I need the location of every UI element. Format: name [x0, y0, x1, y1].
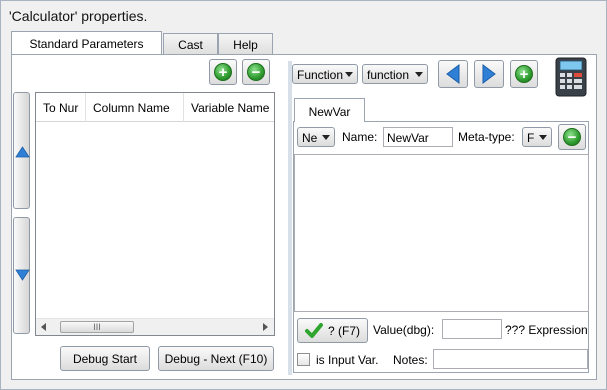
notes-label: Notes: — [393, 353, 428, 367]
check-expression-button[interactable]: ? (F7) — [297, 318, 368, 343]
function-type-value: Function — [297, 68, 344, 82]
remove-row-button[interactable]: − — [242, 59, 270, 85]
next-button[interactable] — [474, 60, 504, 88]
debug-start-button[interactable]: Debug Start — [60, 346, 150, 371]
debug-next-button[interactable]: Debug - Next (F10) — [158, 346, 274, 371]
window-title: 'Calculator' properties. — [9, 8, 148, 24]
plus-circle-icon: + — [214, 63, 232, 81]
chevron-down-icon — [345, 72, 353, 77]
previous-button[interactable] — [438, 60, 468, 88]
scroll-left-icon[interactable] — [40, 323, 48, 332]
is-input-var-label: is Input Var. — [316, 353, 379, 367]
expression-editor[interactable] — [294, 154, 589, 312]
check-expression-label: ? (F7) — [327, 323, 360, 338]
value-dbg-label: Value(dbg): — [373, 323, 435, 337]
notes-field[interactable] — [433, 349, 588, 369]
expression-status-label: ??? Expression — [505, 323, 588, 337]
plus-circle-icon: + — [515, 65, 533, 83]
value-dbg-field[interactable] — [442, 319, 502, 339]
scroll-right-icon[interactable] — [262, 323, 270, 332]
add-function-button[interactable]: + — [510, 60, 538, 88]
minus-circle-icon: − — [563, 128, 581, 146]
function-select-value: function — [367, 68, 410, 82]
new-variable-combo[interactable]: Ne — [297, 127, 335, 147]
name-label: Name: — [342, 130, 378, 144]
tab-help[interactable]: Help — [218, 33, 273, 55]
chevron-down-icon — [322, 135, 330, 140]
meta-type-value: F — [527, 131, 535, 145]
arrow-right-icon — [482, 64, 496, 84]
checkmark-icon — [304, 322, 323, 338]
column-header-to-num[interactable]: To Nur — [36, 93, 86, 122]
tab-newvar[interactable]: NewVar — [294, 98, 365, 122]
column-header-column-name[interactable]: Column Name — [86, 93, 184, 122]
pane-splitter[interactable] — [288, 61, 292, 375]
chevron-down-icon — [539, 135, 547, 140]
table-header: To Nur Column Name Variable Name — [36, 93, 274, 122]
meta-type-combo[interactable]: F — [522, 127, 552, 147]
tab-cast[interactable]: Cast — [163, 33, 218, 55]
column-header-variable-name[interactable]: Variable Name — [184, 93, 276, 122]
meta-type-label: Meta-type: — [458, 130, 515, 144]
scrollbar-thumb[interactable]: III — [60, 321, 134, 333]
name-field[interactable]: NewVar — [383, 127, 453, 147]
is-input-var-checkbox[interactable] — [297, 353, 310, 366]
tab-standard-parameters[interactable]: Standard Parameters — [11, 31, 162, 54]
parameters-table[interactable]: To Nur Column Name Variable Name III — [35, 92, 275, 336]
chevron-down-icon — [415, 72, 423, 77]
new-variable-value: Ne — [302, 131, 318, 145]
tab-content-panel: + − To Nur Column Name Variable Name III — [11, 54, 597, 380]
horizontal-scrollbar[interactable]: III — [36, 318, 274, 335]
remove-variable-button[interactable]: − — [558, 124, 586, 150]
arrow-up-icon — [15, 146, 30, 158]
calculator-icon — [555, 57, 587, 97]
function-type-combo[interactable]: Function — [292, 64, 358, 84]
add-row-button[interactable]: + — [209, 59, 237, 85]
properties-window: 'Calculator' properties. Standard Parame… — [0, 0, 607, 390]
arrow-left-icon — [446, 64, 460, 84]
function-select-combo[interactable]: function — [362, 64, 428, 84]
move-down-button[interactable] — [13, 217, 30, 334]
minus-circle-icon: − — [247, 63, 265, 81]
arrow-down-icon — [15, 269, 30, 281]
move-up-button[interactable] — [13, 92, 30, 209]
